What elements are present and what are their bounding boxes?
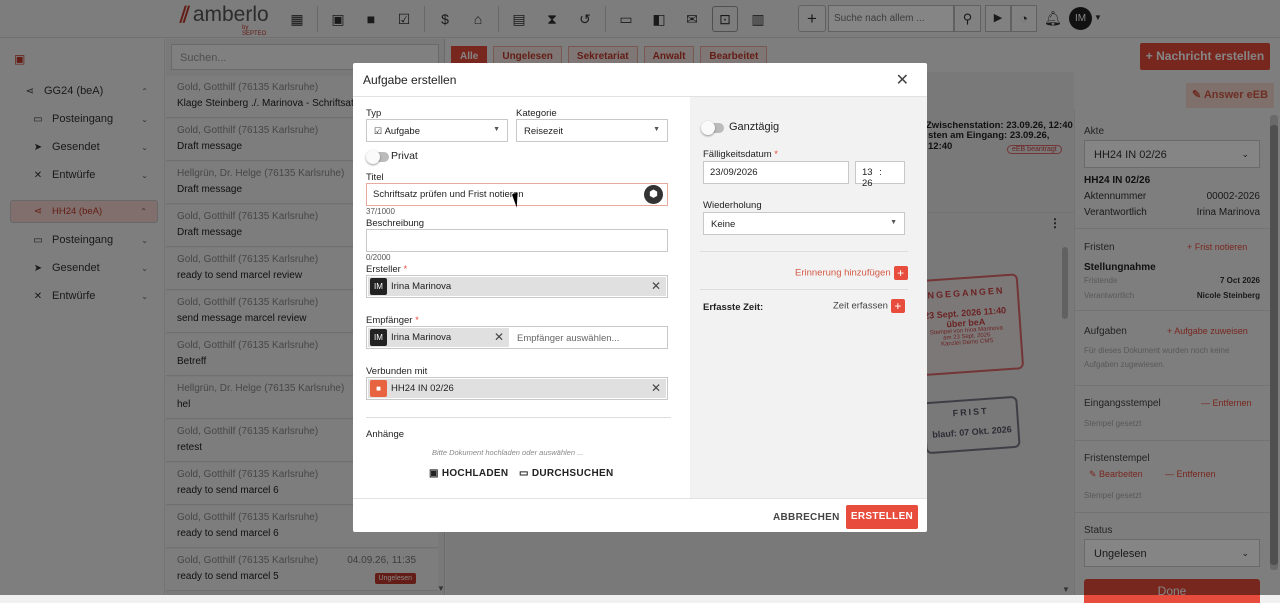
remove-icon[interactable]: ✕ xyxy=(494,330,504,344)
titel-label: Titel xyxy=(366,172,384,183)
empfaenger-field[interactable]: IM Irina Marinova ✕ Empfänger auswählen.… xyxy=(366,326,668,349)
ganztaegig-label: Ganztägig xyxy=(729,121,780,133)
avatar: IM xyxy=(370,329,387,346)
anhaenge-label: Anhänge xyxy=(366,429,405,440)
durchsuchen-button[interactable]: ▭ DURCHSUCHEN xyxy=(519,468,613,479)
empfaenger-chip: IM Irina Marinova ✕ xyxy=(368,328,509,347)
kategorie-select[interactable]: Reisezeit ▼ xyxy=(516,119,668,142)
caret-down-icon: ▼ xyxy=(890,219,897,226)
task-checkbox-icon: ☑ xyxy=(374,126,385,136)
ersteller-name: Irina Marinova xyxy=(391,281,452,292)
kategorie-label: Kategorie xyxy=(516,108,557,119)
wiederholung-value: Keine xyxy=(711,219,736,230)
zeit-erfassen-button[interactable]: Zeit erfassen + xyxy=(833,299,905,313)
faelligkeit-date-input[interactable]: 23/09/2026 xyxy=(703,161,849,184)
typ-value: Aufgabe xyxy=(384,126,420,137)
verbunden-value: HH24 IN 02/26 xyxy=(391,383,454,394)
kategorie-value: Reisezeit xyxy=(524,126,564,137)
dialog-title: Aufgabe erstellen xyxy=(363,73,457,87)
create-button[interactable]: ERSTELLEN xyxy=(846,505,918,529)
case-folder-icon: ■ xyxy=(370,380,387,397)
beschreibung-label: Beschreibung xyxy=(366,218,425,229)
zeit-erfassen-label: Zeit erfassen xyxy=(833,300,888,312)
required-mark: * xyxy=(415,315,419,326)
hochladen-label: HOCHLADEN xyxy=(441,468,509,479)
verbunden-field[interactable]: ■ HH24 IN 02/26 ✕ xyxy=(366,377,668,400)
erinnerung-button[interactable]: Erinnerung hinzufügen + xyxy=(795,266,908,280)
plus-icon: + xyxy=(893,266,908,280)
titel-counter: 37/1000 xyxy=(366,207,395,216)
empfaenger-label-text: Empfänger xyxy=(366,315,413,326)
create-task-dialog: Aufgabe erstellen ✕ Typ ☑ Aufgabe ▼ Kate… xyxy=(353,63,927,532)
ersteller-label: Ersteller * xyxy=(366,264,407,275)
close-icon[interactable]: ✕ xyxy=(896,70,909,90)
empfaenger-name: Irina Marinova xyxy=(391,332,452,343)
remove-icon[interactable]: ✕ xyxy=(651,381,661,395)
wiederholung-select[interactable]: Keine ▼ xyxy=(703,212,905,235)
erinnerung-label: Erinnerung hinzufügen xyxy=(795,267,891,279)
time-hour[interactable]: 13 xyxy=(862,167,873,178)
empfaenger-label: Empfänger * xyxy=(366,315,419,326)
upload-file-icon: ▣ xyxy=(429,468,442,479)
time-separator: : xyxy=(879,167,882,178)
verbunden-chip: ■ HH24 IN 02/26 ✕ xyxy=(368,379,666,398)
time-input[interactable]: 13 : 26 xyxy=(855,161,905,189)
ganztaegig-toggle[interactable] xyxy=(701,121,724,135)
remove-icon[interactable]: ✕ xyxy=(651,279,661,293)
cancel-button[interactable]: ABBRECHEN xyxy=(773,512,840,523)
divider xyxy=(366,417,671,418)
ersteller-field[interactable]: IM Irina Marinova ✕ xyxy=(366,275,668,298)
privat-toggle[interactable] xyxy=(366,150,389,164)
durchsuchen-label: DURCHSUCHEN xyxy=(531,468,614,479)
avatar: IM xyxy=(370,278,387,295)
ersteller-chip: IM Irina Marinova ✕ xyxy=(368,277,666,296)
typ-select[interactable]: ☑ Aufgabe ▼ xyxy=(366,119,508,142)
divider xyxy=(700,251,908,252)
typ-label: Typ xyxy=(366,108,382,119)
verbunden-label: Verbunden mit xyxy=(366,366,428,377)
ai-assist-icon[interactable]: ⬢ xyxy=(644,185,663,204)
faelligkeit-label: Fälligkeitsdatum * xyxy=(703,149,778,160)
beschreibung-counter: 0/2000 xyxy=(366,253,391,262)
time-minute[interactable]: 26 xyxy=(862,178,873,189)
dialog-footer: ABBRECHEN ERSTELLEN xyxy=(353,498,927,532)
caret-down-icon: ▼ xyxy=(493,126,500,133)
hochladen-button[interactable]: ▣ HOCHLADEN xyxy=(429,468,508,479)
beschreibung-input[interactable] xyxy=(366,229,668,252)
divider xyxy=(700,289,908,290)
erfasste-zeit-label: Erfasste Zeit: xyxy=(703,302,764,313)
plus-icon: + xyxy=(890,299,905,313)
faelligkeit-label-text: Fälligkeitsdatum xyxy=(703,149,772,160)
required-mark: * xyxy=(774,149,778,160)
required-mark: * xyxy=(403,264,408,275)
empfaenger-search-input[interactable]: Empfänger auswählen... xyxy=(517,333,619,344)
ersteller-label-text: Ersteller xyxy=(366,264,401,275)
dialog-header: Aufgabe erstellen ✕ xyxy=(353,63,927,97)
caret-down-icon: ▼ xyxy=(653,126,660,133)
titel-value: Schriftsatz prüfen und Frist notieren xyxy=(373,189,524,200)
privat-label: Privat xyxy=(391,150,418,162)
anhaenge-hint: Bitte Dokument hochladen oder auswählen … xyxy=(432,448,584,457)
folder-icon: ▭ xyxy=(519,468,532,479)
wiederholung-label: Wiederholung xyxy=(703,200,762,211)
